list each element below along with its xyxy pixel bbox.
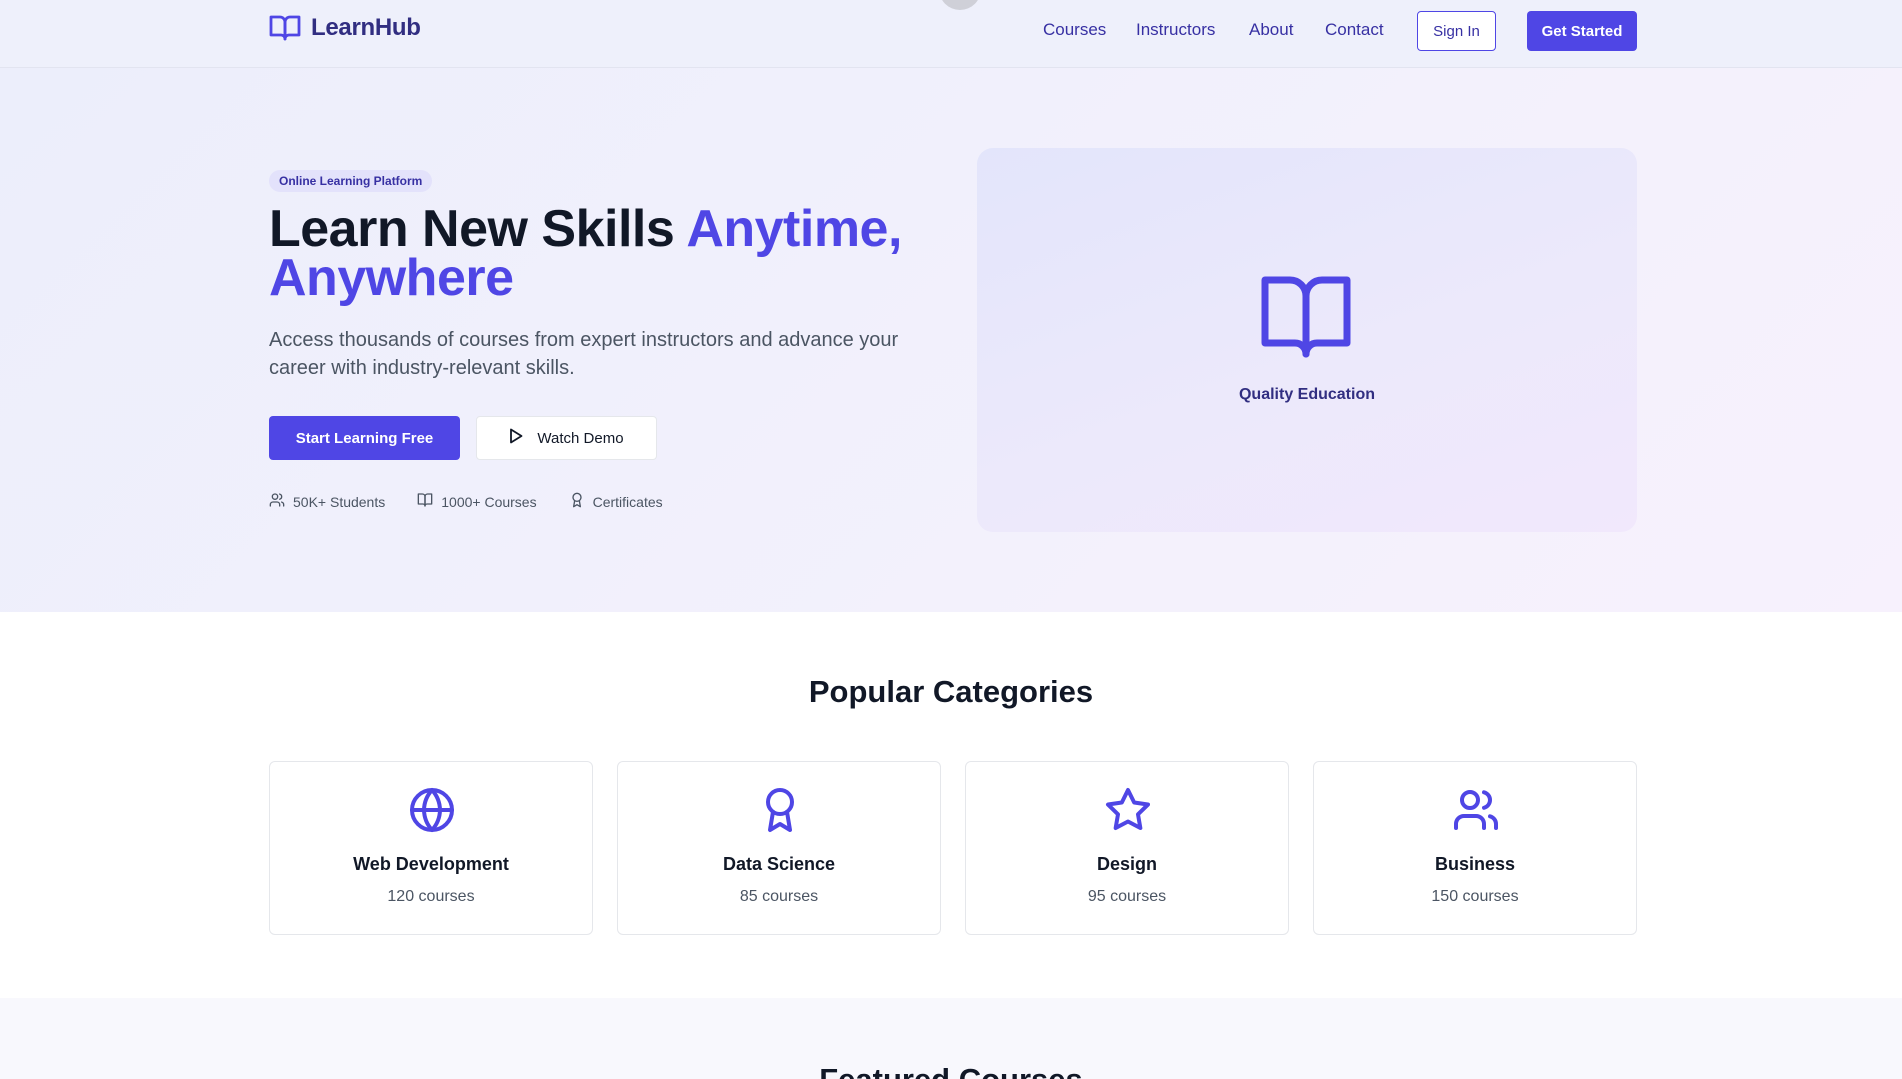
star-icon bbox=[1104, 786, 1152, 839]
watch-demo-button[interactable]: Watch Demo bbox=[476, 416, 657, 460]
brand-name: LearnHub bbox=[311, 14, 421, 41]
hero-section: Online Learning Platform Learn New Skill… bbox=[0, 68, 1902, 612]
users-icon bbox=[269, 492, 285, 511]
category-name: Data Science bbox=[722, 854, 836, 874]
hero-subtitle: Access thousands of courses from expert … bbox=[269, 329, 899, 379]
brand-logo-link[interactable]: LearnHub bbox=[269, 14, 421, 42]
globe-icon bbox=[408, 786, 456, 839]
category-card-web-development[interactable]: Web Development 120 courses bbox=[269, 761, 593, 935]
category-name: Business bbox=[1434, 854, 1516, 874]
hero-stats: 50K+ Students 1000+ Courses Certificates bbox=[269, 492, 663, 511]
stat-courses: 1000+ Courses bbox=[417, 492, 537, 511]
hero-card-label: Quality Education bbox=[1238, 386, 1375, 403]
featured-section: Featured Courses bbox=[0, 998, 1902, 1079]
scroll-indicator bbox=[939, 0, 981, 10]
book-icon bbox=[417, 492, 433, 511]
category-card-design[interactable]: Design 95 courses bbox=[965, 761, 1289, 935]
stat-certificates-label: Certificates bbox=[592, 493, 663, 510]
category-card-data-science[interactable]: Data Science 85 courses bbox=[617, 761, 941, 935]
category-name: Web Development bbox=[353, 854, 509, 874]
category-name: Design bbox=[1096, 854, 1157, 874]
sign-in-button[interactable]: Sign In bbox=[1417, 11, 1496, 51]
category-count: 150 courses bbox=[1431, 888, 1519, 905]
hero-badge: Online Learning Platform bbox=[269, 170, 433, 192]
category-count: 120 courses bbox=[387, 888, 475, 905]
play-icon bbox=[509, 428, 523, 448]
award-icon bbox=[569, 492, 585, 511]
users-icon bbox=[1452, 786, 1500, 839]
nav-link-about[interactable]: About bbox=[1249, 20, 1293, 40]
category-count: 85 courses bbox=[739, 888, 819, 905]
stat-students-label: 50K+ Students bbox=[293, 493, 386, 510]
navbar: LearnHub Courses Instructors About Conta… bbox=[0, 0, 1902, 68]
nav-link-instructors[interactable]: Instructors bbox=[1136, 20, 1215, 40]
nav-link-contact[interactable]: Contact bbox=[1325, 20, 1384, 40]
award-icon bbox=[756, 786, 804, 839]
stat-certificates: Certificates bbox=[569, 492, 663, 511]
nav-link-courses[interactable]: Courses bbox=[1043, 20, 1106, 40]
open-book-icon bbox=[269, 14, 301, 42]
hero-image-card: Quality Education bbox=[977, 148, 1637, 532]
page: LearnHub Courses Instructors About Conta… bbox=[0, 0, 1902, 1079]
get-started-button[interactable]: Get Started bbox=[1527, 11, 1637, 51]
categories-title: Popular Categories bbox=[808, 674, 1094, 709]
featured-title: Featured Courses bbox=[0, 1062, 1902, 1079]
watch-demo-label: Watch Demo bbox=[537, 429, 624, 447]
stat-students: 50K+ Students bbox=[269, 492, 385, 511]
start-learning-button[interactable]: Start Learning Free bbox=[269, 416, 460, 460]
category-count: 95 courses bbox=[1087, 888, 1167, 905]
hero-title: Learn New Skills Anytime, Anywhere bbox=[269, 203, 969, 304]
categories-section: Popular Categories Web Development 120 c… bbox=[0, 612, 1902, 998]
category-card-business[interactable]: Business 150 courses bbox=[1313, 761, 1637, 935]
open-book-icon bbox=[1260, 274, 1352, 363]
stat-courses-label: 1000+ Courses bbox=[441, 493, 537, 510]
